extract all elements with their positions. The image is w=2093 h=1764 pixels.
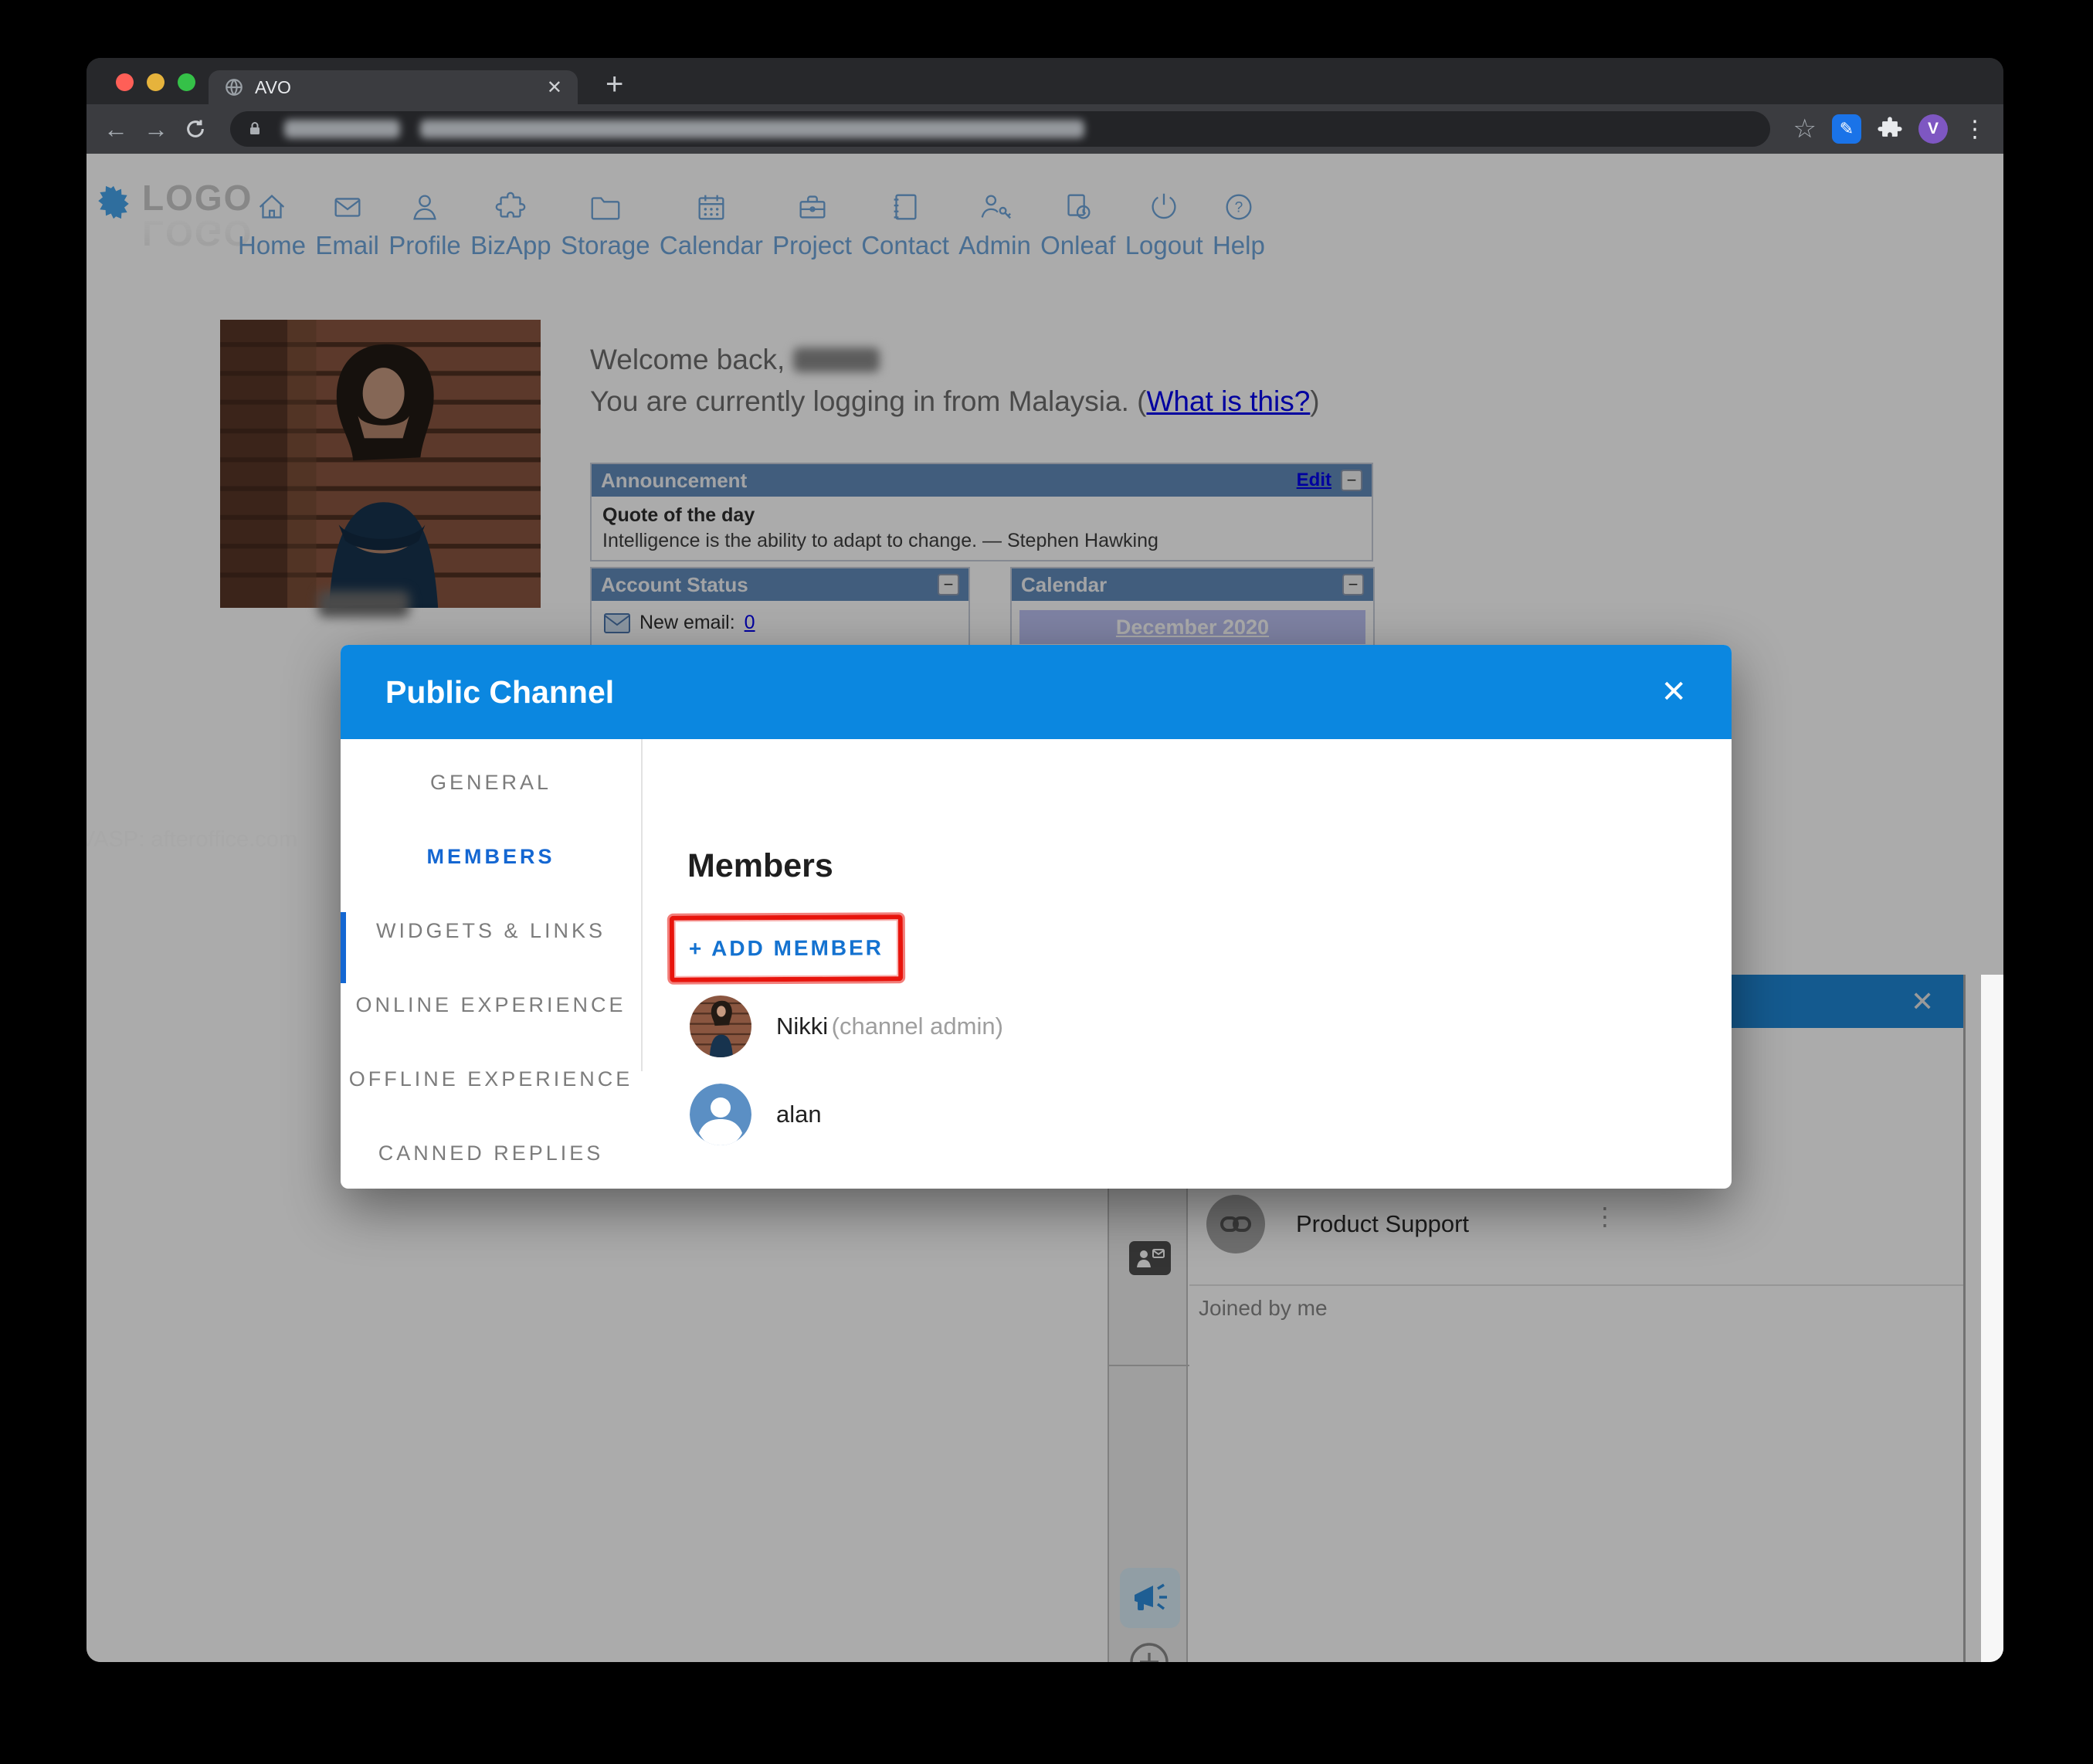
url-blurred-segment (284, 120, 400, 138)
extension-editor-icon[interactable]: ✎ (1832, 114, 1861, 144)
modal-title: Public Channel (385, 674, 1660, 711)
modal-close-icon[interactable]: ✕ (1660, 674, 1687, 710)
member-avatar-nikki (690, 996, 751, 1057)
modal-tab-list: GENERAL MEMBERS WIDGETS & LINKS ONLINE E… (341, 739, 641, 1190)
tab-widgets-links[interactable]: WIDGETS & LINKS (341, 894, 641, 968)
new-tab-button[interactable]: + (606, 67, 623, 102)
window-controls (116, 73, 195, 91)
browser-window: AVO ✕ + ← → ☆ ✎ (87, 58, 2003, 1662)
tab-members[interactable]: MEMBERS (341, 819, 641, 894)
member-avatar-alan (690, 1084, 751, 1145)
bookmark-star-icon[interactable]: ☆ (1793, 114, 1817, 144)
browser-menu-icon[interactable]: ⋮ (1963, 116, 1986, 143)
close-window-button[interactable] (116, 73, 134, 91)
tab-close-icon[interactable]: ✕ (547, 76, 562, 99)
vasp-footer-text: VASP: afteroffice.com (87, 827, 297, 853)
member-role: (channel admin) (832, 1013, 1003, 1040)
tab-title: AVO (255, 77, 547, 98)
tab-favicon-globe-icon (224, 77, 244, 97)
public-channel-modal: Public Channel ✕ GENERAL MEMBERS WIDGETS… (341, 645, 1732, 1189)
page-viewport: LOGO LOGO Home Email Profile BizApp (87, 154, 2003, 1662)
tab-canned-replies[interactable]: CANNED REPLIES (341, 1116, 641, 1190)
browser-tab[interactable]: AVO ✕ (209, 70, 578, 104)
lock-icon (246, 119, 264, 139)
tab-general[interactable]: GENERAL (341, 745, 641, 819)
tab-online-experience[interactable]: ONLINE EXPERIENCE (341, 968, 641, 1042)
extensions-puzzle-icon[interactable] (1877, 116, 1903, 142)
member-row: alan (690, 1084, 822, 1145)
modal-header: Public Channel ✕ (341, 645, 1732, 739)
browser-toolbar: ← → ☆ ✎ V ⋮ (87, 104, 2003, 154)
member-name: alan (776, 1101, 822, 1128)
forward-icon[interactable]: → (144, 117, 168, 141)
member-row: Nikki (channel admin) (690, 996, 1003, 1057)
tabs-divider (641, 739, 643, 1071)
fullscreen-window-button[interactable] (178, 73, 195, 91)
members-section-title: Members (687, 847, 833, 885)
url-blurred-segment (420, 120, 1084, 138)
minimize-window-button[interactable] (147, 73, 165, 91)
browser-profile-avatar[interactable]: V (1918, 114, 1948, 144)
annotation-highlight-box: + ADD MEMBER (670, 914, 903, 982)
browser-titlebar: AVO ✕ + (87, 58, 2003, 104)
scrollbar-track[interactable] (1981, 975, 2003, 1662)
add-member-button[interactable]: + ADD MEMBER (689, 935, 884, 961)
refresh-icon[interactable] (184, 117, 207, 141)
address-bar[interactable] (230, 111, 1770, 147)
back-icon[interactable]: ← (103, 117, 128, 141)
member-name: Nikki (776, 1013, 828, 1040)
tab-offline-experience[interactable]: OFFLINE EXPERIENCE (341, 1042, 641, 1116)
